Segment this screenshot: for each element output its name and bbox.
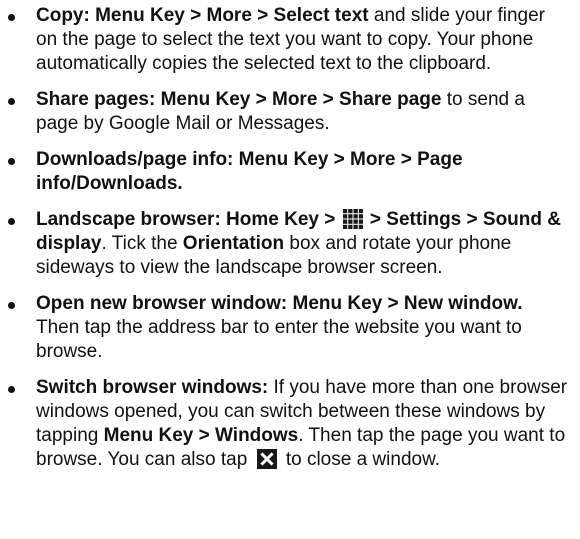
windows-menu-path: Menu Key > Windows	[103, 425, 299, 446]
list-item-new-window: Open new browser window: Menu Key > New …	[0, 292, 570, 364]
browser-tips-list: Copy: Menu Key > More > Select text and …	[0, 4, 570, 472]
landscape-text-tick: . Tick the	[101, 233, 183, 254]
switch-windows-text-3: to close a window.	[280, 449, 441, 470]
new-window-instruction: Open new browser window: Menu Key > New …	[36, 293, 523, 314]
share-instruction: Share pages: Menu Key > More > Share pag…	[36, 89, 442, 110]
landscape-instruction-start: Landscape browser: Home Key >	[36, 209, 341, 230]
downloads-instruction: Downloads/page info: Menu Key > More > P…	[36, 149, 463, 194]
list-item-downloads: Downloads/page info: Menu Key > More > P…	[0, 148, 570, 196]
list-item-landscape: Landscape browser: Home Key > > Settings…	[0, 208, 570, 280]
copy-instruction: Copy: Menu Key > More > Select text	[36, 5, 369, 26]
switch-windows-title: Switch browser windows:	[36, 377, 269, 398]
bullet-point	[8, 218, 15, 225]
document-page: Copy: Menu Key > More > Select text and …	[0, 0, 580, 539]
list-item-copy: Copy: Menu Key > More > Select text and …	[0, 4, 570, 76]
orientation-label: Orientation	[182, 233, 285, 254]
bullet-point	[8, 158, 15, 165]
close-icon	[256, 449, 277, 469]
list-item-switch-windows: Switch browser windows: If you have more…	[0, 376, 570, 472]
bullet-point	[8, 98, 15, 105]
bullet-point	[8, 302, 15, 309]
bullet-point	[8, 14, 15, 21]
app-grid-icon	[342, 209, 363, 229]
bullet-point	[8, 386, 15, 393]
new-window-description: Then tap the address bar to enter the we…	[36, 317, 522, 362]
list-item-share-pages: Share pages: Menu Key > More > Share pag…	[0, 88, 570, 136]
